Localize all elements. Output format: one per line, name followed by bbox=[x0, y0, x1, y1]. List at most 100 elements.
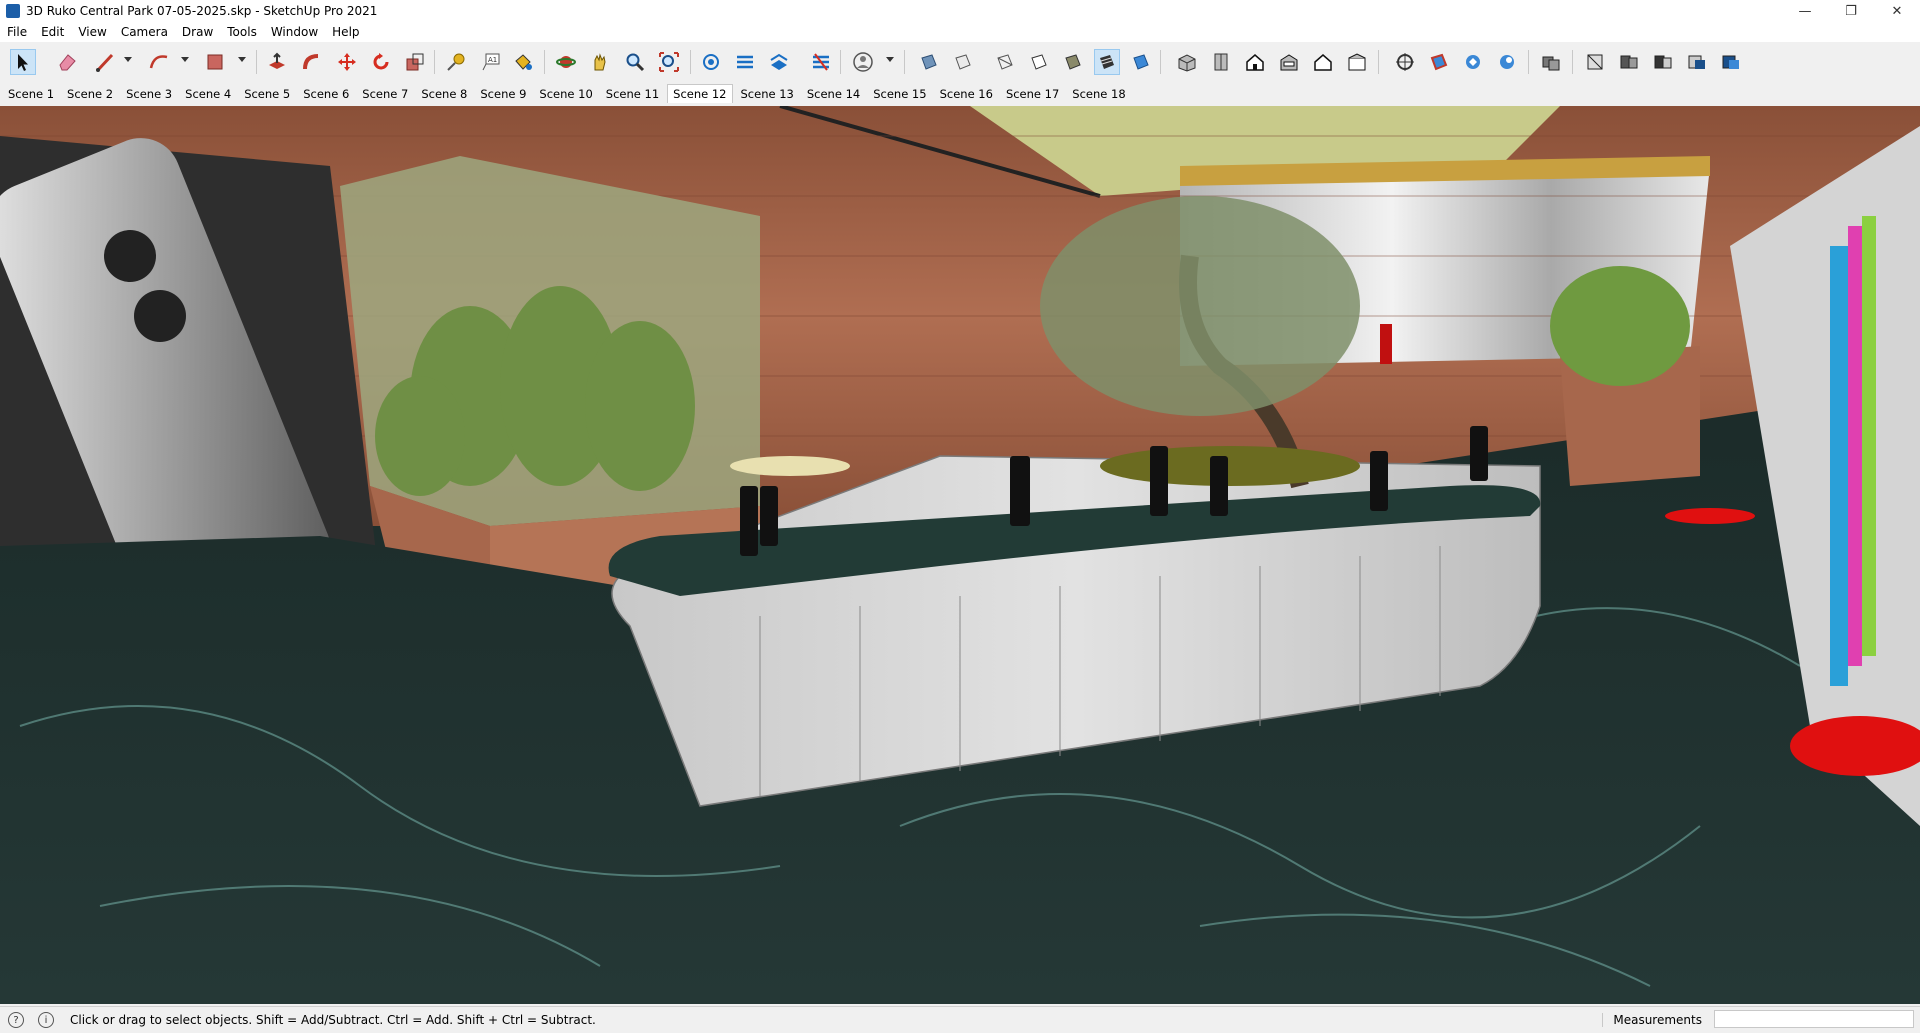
right-plant bbox=[1550, 266, 1690, 386]
back-view-icon[interactable] bbox=[1310, 49, 1336, 75]
orbit-tool-icon[interactable] bbox=[553, 49, 579, 75]
left-view-icon[interactable] bbox=[1344, 49, 1370, 75]
tab-scene-14[interactable]: Scene 14 bbox=[802, 85, 865, 103]
front-view-icon[interactable] bbox=[1242, 49, 1268, 75]
close-icon[interactable]: ✕ bbox=[1874, 0, 1920, 22]
solid-tool-5-icon[interactable] bbox=[1650, 49, 1676, 75]
tab-scene-17[interactable]: Scene 17 bbox=[1001, 85, 1064, 103]
measurements-label: Measurements bbox=[1602, 1013, 1702, 1027]
minimize-icon[interactable]: — bbox=[1782, 0, 1828, 22]
tab-scene-13[interactable]: Scene 13 bbox=[736, 85, 799, 103]
menu-file[interactable]: File bbox=[0, 25, 34, 39]
tab-scene-6[interactable]: Scene 6 bbox=[298, 85, 354, 103]
toolbar-separator bbox=[544, 50, 545, 74]
pan-tool-icon[interactable] bbox=[587, 49, 613, 75]
sketchup-app-icon bbox=[6, 4, 20, 18]
zoom-tool-icon[interactable] bbox=[622, 49, 648, 75]
poster-camera-lens bbox=[134, 290, 186, 342]
scene-tabs: Scene 1 Scene 2 Scene 3 Scene 4 Scene 5 … bbox=[0, 82, 1920, 105]
menu-help[interactable]: Help bbox=[325, 25, 366, 39]
solid-tool-6-icon[interactable] bbox=[1684, 49, 1710, 75]
tab-scene-8[interactable]: Scene 8 bbox=[416, 85, 472, 103]
menu-draw[interactable]: Draw bbox=[175, 25, 220, 39]
line-tool-icon[interactable] bbox=[92, 49, 118, 75]
title-bar: 3D Ruko Central Park 07-05-2025.skp - Sk… bbox=[0, 0, 1920, 22]
rotate-tool-icon[interactable] bbox=[368, 49, 394, 75]
solid-outer-shell-icon[interactable] bbox=[1392, 49, 1418, 75]
section-fill-tool-icon[interactable] bbox=[808, 49, 834, 75]
back-edges-style-icon[interactable] bbox=[950, 49, 976, 75]
shaded-textures-style-icon[interactable] bbox=[1094, 49, 1120, 75]
paint-bucket-tool-icon[interactable] bbox=[510, 49, 536, 75]
measurements-input[interactable] bbox=[1714, 1010, 1914, 1028]
poster-camera-lens bbox=[104, 230, 156, 282]
window-controls: — ❐ ✕ bbox=[1782, 0, 1920, 22]
select-tool-icon[interactable] bbox=[10, 49, 36, 75]
xray-style-icon[interactable] bbox=[916, 49, 942, 75]
phone-stand-light bbox=[730, 456, 850, 476]
zoom-extents-tool-icon[interactable] bbox=[656, 49, 682, 75]
follow-me-tool-icon[interactable] bbox=[299, 49, 325, 75]
tab-scene-7[interactable]: Scene 7 bbox=[357, 85, 413, 103]
solid-split-icon[interactable] bbox=[1616, 49, 1642, 75]
arc-dropdown-icon[interactable] bbox=[181, 57, 189, 62]
menu-tools[interactable]: Tools bbox=[220, 25, 264, 39]
arc-tool-icon[interactable] bbox=[146, 49, 172, 75]
tab-scene-1[interactable]: Scene 1 bbox=[3, 85, 59, 103]
styles-dropdown-icon[interactable] bbox=[886, 57, 894, 62]
tab-scene-2[interactable]: Scene 2 bbox=[62, 85, 118, 103]
tab-scene-11[interactable]: Scene 11 bbox=[601, 85, 664, 103]
shaded-style-icon[interactable] bbox=[1060, 49, 1086, 75]
window-title: 3D Ruko Central Park 07-05-2025.skp - Sk… bbox=[26, 4, 378, 18]
wireframe-style-icon[interactable] bbox=[992, 49, 1018, 75]
rectangle-dropdown-icon[interactable] bbox=[238, 57, 246, 62]
menu-edit[interactable]: Edit bbox=[34, 25, 71, 39]
tab-scene-3[interactable]: Scene 3 bbox=[121, 85, 177, 103]
right-view-icon[interactable] bbox=[1276, 49, 1302, 75]
eraser-tool-icon[interactable] bbox=[54, 49, 80, 75]
menu-window[interactable]: Window bbox=[264, 25, 325, 39]
toolbar-separator bbox=[1528, 50, 1529, 74]
scale-tool-icon[interactable] bbox=[402, 49, 428, 75]
status-bar: ? i Click or drag to select objects. Shi… bbox=[0, 1006, 1920, 1033]
solid-subtract-icon[interactable] bbox=[1494, 49, 1520, 75]
section-plane-tool-icon[interactable] bbox=[698, 49, 724, 75]
tab-scene-15[interactable]: Scene 15 bbox=[868, 85, 931, 103]
section-display-tool-icon[interactable] bbox=[732, 49, 758, 75]
tab-scene-4[interactable]: Scene 4 bbox=[180, 85, 236, 103]
menu-view[interactable]: View bbox=[71, 25, 113, 39]
styles-user-icon[interactable] bbox=[850, 49, 876, 75]
section-cut-tool-icon[interactable] bbox=[766, 49, 792, 75]
menu-camera[interactable]: Camera bbox=[114, 25, 175, 39]
tab-scene-9[interactable]: Scene 9 bbox=[475, 85, 531, 103]
geolocation-icon[interactable]: ? bbox=[8, 1012, 24, 1028]
restore-icon[interactable]: ❐ bbox=[1828, 0, 1874, 22]
top-view-icon[interactable] bbox=[1208, 49, 1234, 75]
tab-scene-10[interactable]: Scene 10 bbox=[534, 85, 597, 103]
tape-measure-tool-icon[interactable] bbox=[443, 49, 469, 75]
text-tool-icon[interactable]: A1 bbox=[478, 49, 504, 75]
tab-scene-5[interactable]: Scene 5 bbox=[239, 85, 295, 103]
tab-scene-12[interactable]: Scene 12 bbox=[667, 84, 733, 103]
tab-scene-16[interactable]: Scene 16 bbox=[935, 85, 998, 103]
solid-tool-7-icon[interactable] bbox=[1718, 49, 1744, 75]
solid-intersect-icon[interactable] bbox=[1426, 49, 1452, 75]
info-icon[interactable]: i bbox=[38, 1012, 54, 1028]
line-dropdown-icon[interactable] bbox=[124, 57, 132, 62]
shelf-products bbox=[1830, 216, 1876, 686]
iso-view-icon[interactable] bbox=[1174, 49, 1200, 75]
menu-bar: File Edit View Camera Draw Tools Window … bbox=[0, 22, 1920, 42]
solid-union-icon[interactable] bbox=[1460, 49, 1486, 75]
push-pull-tool-icon[interactable] bbox=[264, 49, 290, 75]
hidden-line-style-icon[interactable] bbox=[1026, 49, 1052, 75]
svg-text:A1: A1 bbox=[488, 56, 497, 64]
toolbar-separator bbox=[434, 50, 435, 74]
solid-trim-icon[interactable] bbox=[1582, 49, 1608, 75]
components-icon[interactable] bbox=[1538, 49, 1564, 75]
tab-scene-18[interactable]: Scene 18 bbox=[1067, 85, 1130, 103]
model-viewport[interactable] bbox=[0, 106, 1920, 1004]
rectangle-tool-icon[interactable] bbox=[202, 49, 228, 75]
monochrome-style-icon[interactable] bbox=[1128, 49, 1154, 75]
bonsai-canopy bbox=[1040, 196, 1360, 416]
move-tool-icon[interactable] bbox=[334, 49, 360, 75]
